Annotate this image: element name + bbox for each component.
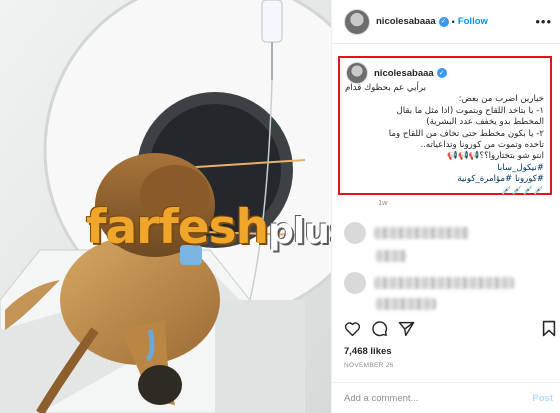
caption-text: برأيي عم بحظوك قدام خيارين اضرب من بعض: … bbox=[345, 83, 545, 197]
caption-highlight: nicolesabaaa ✓ برأيي عم بحظوك قدام خياري… bbox=[338, 56, 552, 197]
bookmark-icon[interactable] bbox=[542, 320, 556, 342]
post-side-panel: nicolesabaaa ✓ • Follow ••• nicolesabaaa… bbox=[331, 0, 560, 413]
caption-line: 💉💉💉💉 bbox=[501, 185, 544, 196]
heart-icon[interactable] bbox=[344, 321, 361, 342]
blurred-comment bbox=[376, 250, 406, 262]
list-item bbox=[344, 272, 554, 294]
caption-line: ٢- يا بكون مخطط حتى تخاف من اللقاح وما bbox=[388, 128, 544, 139]
comment-icon[interactable] bbox=[371, 320, 388, 342]
watermark: farfeshplus.com bbox=[86, 200, 331, 258]
caption-avatar[interactable] bbox=[346, 62, 368, 84]
hashtag-link[interactable]: #كورونا #مؤامرة_كونية bbox=[346, 174, 544, 185]
watermark-main: farfesh bbox=[86, 200, 269, 255]
caption-timestamp: 1w bbox=[378, 198, 388, 207]
list-item bbox=[344, 222, 554, 244]
watermark-sub: plus.com bbox=[268, 211, 331, 252]
caption-line: المخطط بدو يخفف عدد البشرية) bbox=[426, 117, 544, 128]
post-header: nicolesabaaa ✓ • Follow ••• bbox=[332, 0, 560, 44]
caption-line: خيارين اضرب من بعض: bbox=[458, 94, 544, 105]
action-bar bbox=[344, 320, 556, 342]
separator-dot: • bbox=[451, 16, 455, 27]
blurred-comment bbox=[374, 277, 514, 289]
comment-input[interactable] bbox=[344, 392, 514, 404]
hashtag-link[interactable]: #نيكول_سابا bbox=[346, 163, 544, 174]
list-item bbox=[344, 250, 554, 262]
post-photo[interactable]: farfeshplus.com bbox=[0, 0, 331, 413]
blurred-comment bbox=[376, 298, 436, 310]
caption-author: nicolesabaaa ✓ bbox=[346, 62, 544, 84]
post-date: NOVEMBER 26 bbox=[344, 362, 394, 369]
follow-button[interactable]: Follow bbox=[458, 16, 488, 27]
caption-line: برأيي عم بحظوك قدام bbox=[345, 83, 426, 93]
verified-badge-icon: ✓ bbox=[436, 68, 447, 78]
more-options-icon[interactable]: ••• bbox=[535, 14, 552, 29]
blurred-comment bbox=[374, 227, 469, 239]
post-comment-button[interactable]: Post bbox=[532, 393, 553, 404]
like-count[interactable]: 7,468 likes bbox=[344, 346, 392, 357]
share-icon[interactable] bbox=[398, 321, 415, 342]
caption-line: ١- يا بتاخد اللقاح وبتموت (اذا مثل ما بق… bbox=[396, 105, 545, 116]
verified-badge-icon: ✓ bbox=[438, 16, 449, 27]
caption-username[interactable]: nicolesabaaa bbox=[374, 68, 434, 79]
username[interactable]: nicolesabaaa bbox=[376, 16, 436, 27]
caption-line: تاخده وتموت من كورونا وتداعياته.. bbox=[420, 140, 544, 151]
avatar[interactable] bbox=[344, 272, 366, 294]
avatar[interactable] bbox=[344, 8, 370, 35]
list-item bbox=[344, 298, 554, 310]
add-comment-bar: Post bbox=[332, 382, 560, 413]
avatar[interactable] bbox=[344, 222, 366, 244]
caption-line: انتو شو بتختاروا؟؟📢📢📢 bbox=[447, 151, 544, 162]
